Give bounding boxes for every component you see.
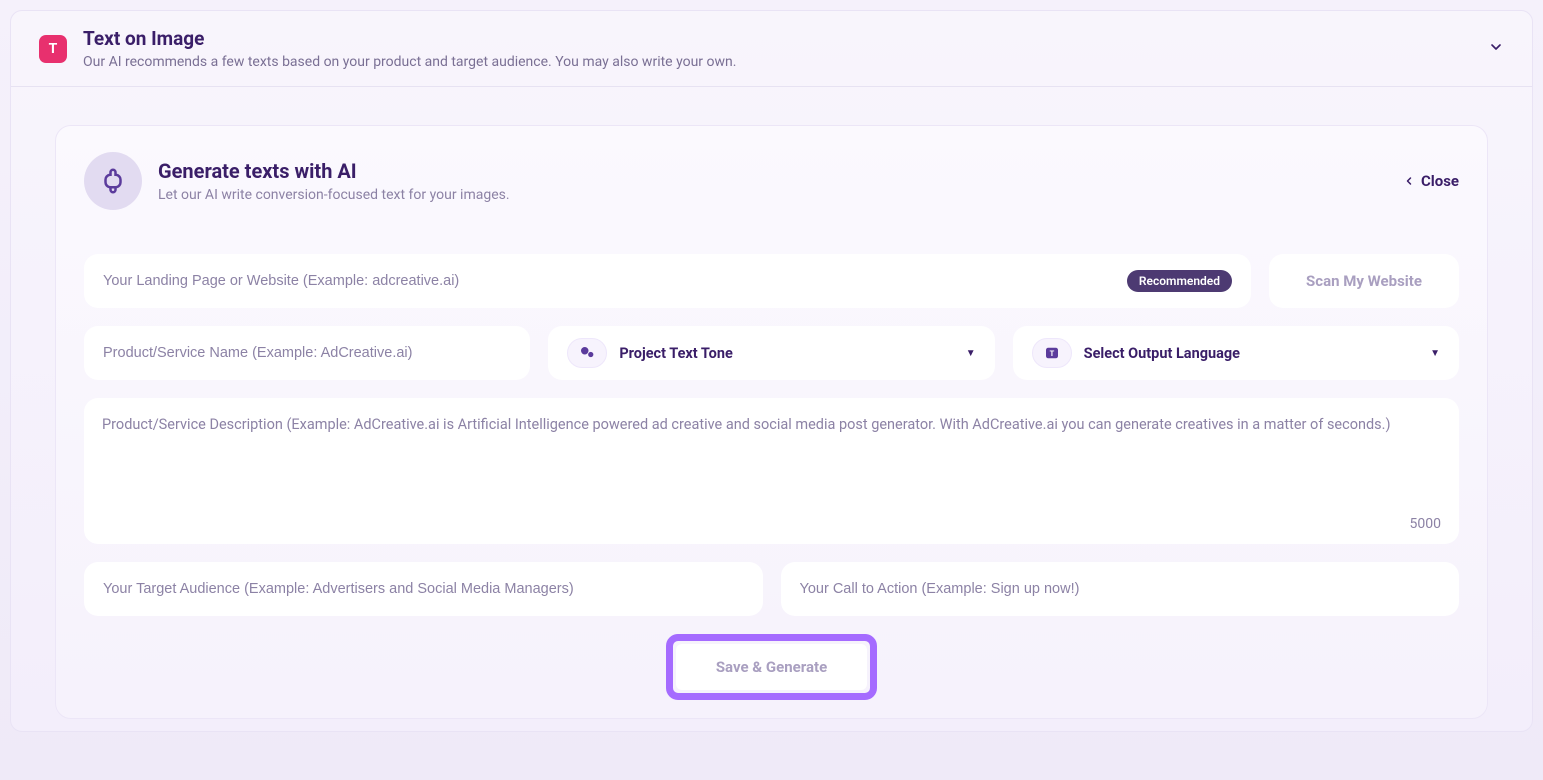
close-label: Close bbox=[1421, 172, 1459, 190]
language-label: Select Output Language bbox=[1084, 345, 1418, 362]
triple-row: Project Text Tone ▼ T Select Output Lang… bbox=[84, 326, 1459, 380]
close-button[interactable]: Close bbox=[1403, 172, 1459, 190]
ai-brain-icon bbox=[84, 152, 142, 210]
text-on-image-panel: T Text on Image Our AI recommends a few … bbox=[10, 10, 1533, 732]
caret-down-icon: ▼ bbox=[966, 348, 976, 359]
scan-website-button[interactable]: Scan My Website bbox=[1269, 254, 1459, 308]
panel-titles: Generate texts with AI Let our AI write … bbox=[158, 159, 1403, 203]
svg-text:T: T bbox=[1049, 349, 1054, 358]
audience-field[interactable] bbox=[84, 562, 763, 616]
caret-down-icon: ▼ bbox=[1430, 348, 1440, 359]
recommended-badge: Recommended bbox=[1127, 270, 1232, 292]
generate-ai-panel: Generate texts with AI Let our AI write … bbox=[55, 125, 1488, 719]
text-icon-letter: T bbox=[49, 41, 58, 57]
char-count: 5000 bbox=[1410, 516, 1441, 532]
product-name-field[interactable] bbox=[84, 326, 530, 380]
website-input[interactable] bbox=[103, 273, 1117, 289]
product-name-input[interactable] bbox=[103, 345, 511, 361]
panel-subtitle: Let our AI write conversion-focused text… bbox=[158, 187, 1403, 203]
tone-icon bbox=[567, 338, 607, 368]
text-icon: T bbox=[39, 35, 67, 63]
cta-field[interactable] bbox=[781, 562, 1460, 616]
audience-input[interactable] bbox=[103, 581, 744, 597]
tone-label: Project Text Tone bbox=[619, 345, 953, 362]
section-header[interactable]: T Text on Image Our AI recommends a few … bbox=[11, 11, 1532, 87]
tone-select[interactable]: Project Text Tone ▼ bbox=[548, 326, 994, 380]
header-texts: Text on Image Our AI recommends a few te… bbox=[83, 27, 1488, 70]
section-title: Text on Image bbox=[83, 27, 1488, 50]
description-textarea[interactable] bbox=[102, 416, 1441, 504]
language-select[interactable]: T Select Output Language ▼ bbox=[1013, 326, 1459, 380]
chevron-down-icon[interactable] bbox=[1488, 39, 1504, 59]
chevron-left-icon bbox=[1403, 175, 1415, 187]
scan-website-label: Scan My Website bbox=[1306, 272, 1422, 290]
cta-input[interactable] bbox=[800, 581, 1441, 597]
audience-cta-row bbox=[84, 562, 1459, 616]
description-field[interactable]: 5000 bbox=[84, 398, 1459, 544]
website-row: Recommended Scan My Website bbox=[84, 254, 1459, 308]
generate-row: Save & Generate bbox=[84, 634, 1459, 700]
save-generate-button[interactable]: Save & Generate bbox=[676, 644, 867, 690]
panel-header: Generate texts with AI Let our AI write … bbox=[84, 152, 1459, 210]
language-icon: T bbox=[1032, 338, 1072, 368]
panel-title: Generate texts with AI bbox=[158, 159, 1403, 183]
website-field[interactable]: Recommended bbox=[84, 254, 1251, 308]
save-generate-label: Save & Generate bbox=[716, 658, 827, 676]
generate-highlight: Save & Generate bbox=[666, 634, 877, 700]
section-subtitle: Our AI recommends a few texts based on y… bbox=[83, 54, 1488, 70]
